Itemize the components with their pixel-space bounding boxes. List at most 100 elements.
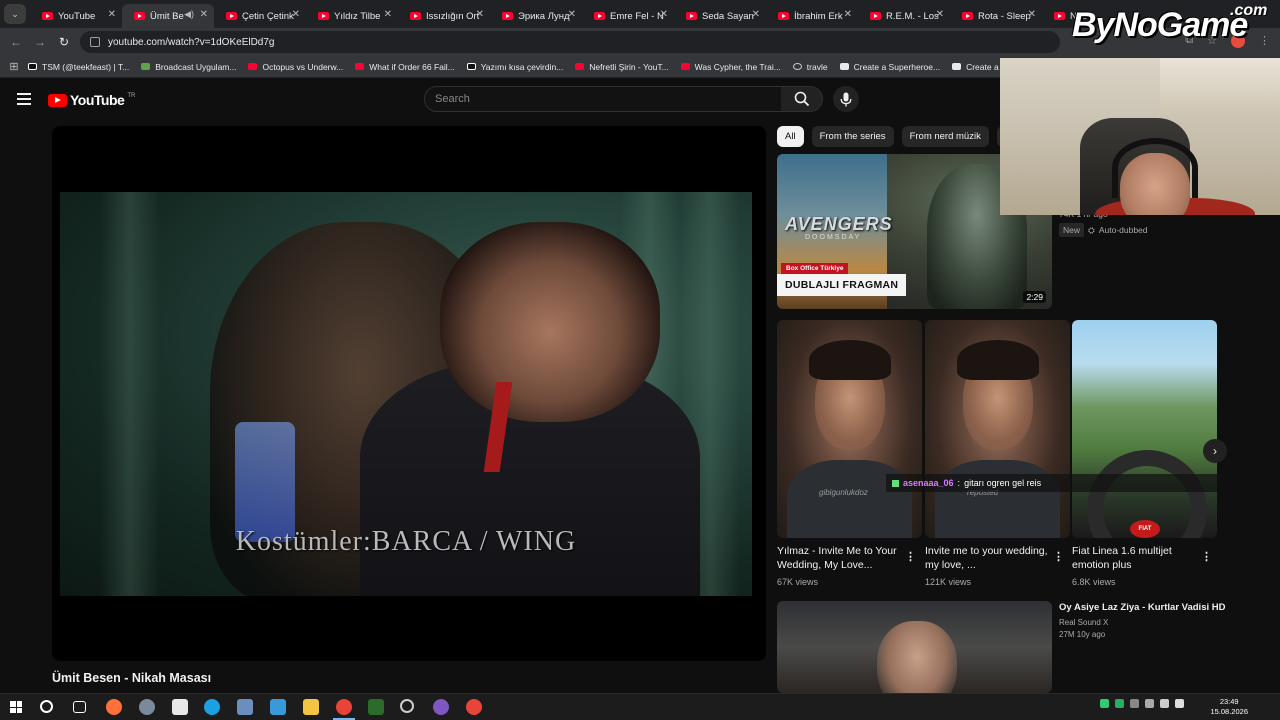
close-tab-icon[interactable]: ✕	[568, 9, 576, 20]
back-arrow-icon[interactable]: ←	[4, 35, 28, 49]
close-tab-icon[interactable]: ✕	[752, 9, 760, 20]
video-player[interactable]: Kostümler:BARCA / WING	[52, 126, 766, 661]
app-icon[interactable]	[368, 699, 384, 715]
search-button[interactable]	[781, 86, 823, 112]
app-icon[interactable]	[139, 699, 155, 715]
close-tab-icon[interactable]: ✕	[1028, 9, 1036, 20]
file-explorer-icon[interactable]	[303, 699, 319, 715]
short-thumbnail[interactable]: gibigunlukdoz	[777, 320, 922, 538]
logo-wordmark: YouTube	[70, 92, 125, 108]
browser-tab[interactable]: Issızlığın Ort ✕	[398, 4, 490, 28]
browser-tab[interactable]: İbrahim Erk ✕	[766, 4, 858, 28]
close-tab-icon[interactable]: ✕	[384, 9, 392, 20]
network-icon[interactable]	[1160, 699, 1169, 708]
tab-label: YouTube	[58, 10, 96, 22]
chip-from-series[interactable]: From the series	[811, 126, 894, 147]
bookmark-item[interactable]: travle	[792, 62, 828, 72]
tab-label: Issızlığın Ort	[426, 10, 480, 22]
tray-icon[interactable]	[1130, 699, 1139, 708]
chip-all[interactable]: All	[777, 126, 804, 147]
taskbar-clock[interactable]: 23:49 15.08.2026	[1210, 697, 1248, 717]
site-info-icon[interactable]	[90, 37, 100, 47]
tray-icon[interactable]	[1115, 699, 1124, 708]
bookmark-item[interactable]: Was Cypher, the Trai...	[680, 62, 781, 72]
bookmark-item[interactable]: Broadcast Uygulam...	[141, 62, 236, 72]
browser-tab[interactable]: Rota - Sleep ✕	[950, 4, 1042, 28]
hamburger-menu-icon[interactable]	[17, 93, 31, 105]
close-tab-icon[interactable]: ✕	[936, 9, 944, 20]
more-options-icon[interactable]: ⋮	[1053, 550, 1064, 563]
short-title[interactable]: Invite me to your wedding, my love, ...	[925, 544, 1050, 572]
app-icon[interactable]	[270, 699, 286, 715]
fiat-logo: FIAT	[1130, 520, 1160, 538]
short-title[interactable]: Fiat Linea 1.6 multijet emotion plus	[1072, 544, 1197, 572]
short-thumbnail[interactable]: reposted	[925, 320, 1070, 538]
tray-icon[interactable]	[1100, 699, 1109, 708]
shorts-next-button[interactable]: ›	[1203, 439, 1227, 463]
apps-grid-icon[interactable]: ⊞	[0, 60, 28, 73]
windows-taskbar: 23:49 15.08.2026	[0, 693, 1280, 720]
short-thumbnail[interactable]: FIAT	[1072, 320, 1217, 538]
chevron-right-icon: ›	[1213, 444, 1217, 458]
close-tab-icon[interactable]: ✕	[660, 9, 668, 20]
browser-tab[interactable]: R.E.M. - Los ✕	[858, 4, 950, 28]
close-tab-icon[interactable]: ✕	[844, 9, 852, 20]
browser-tab[interactable]: Yıldız Tilbe ✕	[306, 4, 398, 28]
recommended-title[interactable]: Oy Asiye Laz Ziya - Kurtlar Vadisi HD	[1059, 602, 1225, 613]
speaker-icon[interactable]: ◀)	[184, 9, 194, 20]
auto-dubbed-icon: ⛭	[1088, 224, 1095, 235]
tray-icon[interactable]	[1145, 699, 1154, 708]
youtube-favicon-icon	[962, 12, 973, 20]
app-icon[interactable]	[237, 699, 253, 715]
obs-icon[interactable]	[400, 699, 414, 713]
short-title[interactable]: Yılmaz - Invite Me to Your Wedding, My L…	[777, 544, 902, 572]
channel-name[interactable]: Real Sound X	[1059, 618, 1108, 627]
chrome-icon[interactable]	[336, 699, 352, 715]
bookmark-item[interactable]: What if Order 66 Fail...	[355, 62, 455, 72]
chat-platform-icon	[892, 479, 899, 487]
menu-dots-icon[interactable]: ⋮	[1259, 34, 1270, 48]
edge-icon[interactable]	[204, 699, 220, 715]
bookmark-item[interactable]: Nefretli Şirin - YouT...	[575, 62, 669, 72]
browser-tab[interactable]: YouTube ✕	[30, 4, 122, 28]
tab-label: Ümit Be	[150, 10, 184, 22]
windows-start-icon[interactable]	[10, 701, 22, 713]
search-icon[interactable]	[40, 700, 53, 713]
firefox-icon[interactable]	[106, 699, 122, 715]
more-options-icon[interactable]: ⋮	[1201, 550, 1212, 563]
tab-search-button[interactable]: ⌄	[4, 4, 26, 24]
bookmark-item[interactable]: Create a Superheroe...	[839, 62, 940, 72]
new-badge: New	[1059, 223, 1085, 237]
store-icon[interactable]	[172, 699, 188, 715]
browser-tab-active[interactable]: Ümit Be ◀) ✕	[122, 4, 214, 28]
app-icon[interactable]	[433, 699, 449, 715]
reload-icon[interactable]: ↻	[52, 35, 76, 49]
volume-icon[interactable]	[1175, 699, 1184, 708]
forward-arrow-icon[interactable]: →	[28, 35, 52, 49]
url-text: youtube.com/watch?v=1dOKeElDd7g	[108, 36, 275, 48]
recommended-thumbnail[interactable]	[777, 601, 1052, 693]
chip-from-channel[interactable]: From nerd müzik	[901, 126, 989, 147]
badge-row: New ⛭ Auto-dubbed	[1059, 223, 1148, 237]
brand-watermark-suffix: .com	[1230, 2, 1268, 19]
youtube-logo[interactable]: YouTube TR	[48, 92, 135, 108]
more-options-icon[interactable]: ⋮	[905, 550, 916, 563]
bookmark-item[interactable]: Octopus vs Underw...	[248, 62, 343, 72]
close-tab-icon[interactable]: ✕	[476, 9, 484, 20]
youtube-icon	[680, 63, 690, 70]
browser-tab[interactable]: Emre Fel - N ✕	[582, 4, 674, 28]
close-tab-icon[interactable]: ✕	[108, 9, 116, 20]
task-view-icon[interactable]	[73, 701, 86, 713]
address-bar[interactable]: youtube.com/watch?v=1dOKeElDd7g	[80, 31, 1060, 53]
bookmark-item[interactable]: Yazımı kısa çevirdin...	[466, 62, 563, 72]
voice-search-button[interactable]	[833, 86, 859, 112]
close-tab-icon[interactable]: ✕	[292, 9, 300, 20]
close-tab-icon[interactable]: ✕	[200, 9, 208, 20]
browser-tab[interactable]: Çetin Çetink ✕	[214, 4, 306, 28]
bookmark-item[interactable]: TSM (@teekfeast) | T...	[28, 62, 129, 72]
browser-tab[interactable]: Эрика Лунд ✕	[490, 4, 582, 28]
browser-tab[interactable]: Seda Sayan ✕	[674, 4, 766, 28]
country-code: TR	[127, 93, 136, 99]
search-input[interactable]	[435, 93, 781, 105]
chrome-icon[interactable]	[466, 699, 482, 715]
